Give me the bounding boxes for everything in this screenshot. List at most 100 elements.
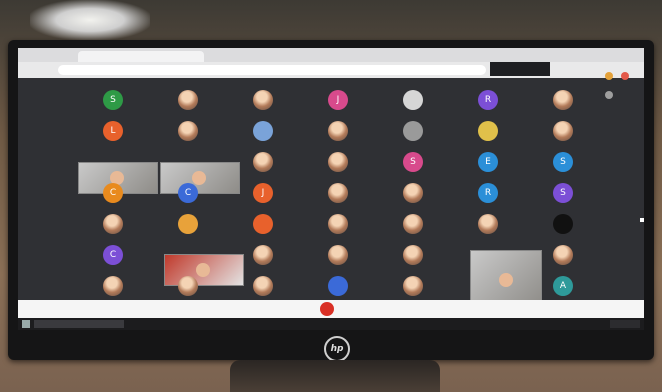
- participant-tile[interactable]: S: [378, 146, 448, 178]
- participant-tile[interactable]: [228, 239, 298, 271]
- participant-tile[interactable]: [153, 84, 223, 116]
- hp-logo: hp: [324, 336, 350, 362]
- participant-avatar: E: [478, 152, 498, 172]
- participant-avatar: [553, 90, 573, 110]
- participant-tile[interactable]: [528, 239, 598, 271]
- participant-avatar: [328, 245, 348, 265]
- participant-face: [499, 273, 513, 288]
- participant-tile[interactable]: R: [453, 84, 523, 116]
- monitor: SJRLSESCCJRSCA hp: [8, 40, 654, 362]
- participant-tile[interactable]: E: [453, 146, 523, 178]
- participant-grid: SJRLSESCCJRSCA: [78, 84, 608, 314]
- meeting-badge: [490, 62, 550, 76]
- participant-avatar: R: [478, 90, 498, 110]
- participant-avatar: A: [553, 276, 573, 296]
- participant-avatar: [178, 276, 198, 296]
- participant-tile[interactable]: R: [453, 177, 523, 209]
- participant-tile[interactable]: S: [78, 84, 148, 116]
- participant-avatar: [478, 214, 498, 234]
- participant-tile[interactable]: [378, 84, 448, 116]
- participant-avatar: [403, 276, 423, 296]
- taskbar-app-icons[interactable]: [138, 321, 288, 327]
- participant-tile[interactable]: [528, 115, 598, 147]
- participant-avatar: S: [553, 183, 573, 203]
- participant-avatar: J: [328, 90, 348, 110]
- participant-tile[interactable]: S: [528, 177, 598, 209]
- participant-tile[interactable]: J: [303, 84, 373, 116]
- participant-tile[interactable]: [378, 115, 448, 147]
- participant-tile[interactable]: [78, 208, 148, 240]
- participant-avatar: L: [103, 121, 123, 141]
- participant-avatar: [328, 276, 348, 296]
- tab-bar: [18, 48, 644, 62]
- participant-avatar: [478, 121, 498, 141]
- participant-tile[interactable]: S: [528, 146, 598, 178]
- participant-tile[interactable]: L: [78, 115, 148, 147]
- participant-tile[interactable]: [303, 270, 373, 302]
- participant-tile[interactable]: [153, 270, 223, 302]
- participant-avatar: [328, 183, 348, 203]
- participant-tile[interactable]: [153, 115, 223, 147]
- participant-tile[interactable]: [378, 239, 448, 271]
- participant-avatar: [403, 121, 423, 141]
- participant-tile[interactable]: [453, 115, 523, 147]
- participant-avatar: [253, 90, 273, 110]
- participant-tile[interactable]: [453, 208, 523, 240]
- participant-avatar: [328, 214, 348, 234]
- status-dot-icon: [605, 72, 613, 80]
- participant-avatar: [553, 121, 573, 141]
- participant-tile[interactable]: [228, 208, 298, 240]
- participant-tile[interactable]: [303, 115, 373, 147]
- participant-avatar: [253, 152, 273, 172]
- participant-tile[interactable]: [528, 208, 598, 240]
- participant-tile[interactable]: [228, 270, 298, 302]
- participant-avatar: J: [253, 183, 273, 203]
- participant-avatar: [103, 276, 123, 296]
- participant-avatar: [253, 245, 273, 265]
- participant-tile[interactable]: C: [78, 239, 148, 271]
- windows-start-icon[interactable]: [22, 320, 30, 328]
- participant-tile[interactable]: [303, 146, 373, 178]
- ceiling-lamp: [30, 0, 150, 40]
- browser-chrome: [18, 48, 644, 99]
- taskbar-search-box[interactable]: [34, 320, 124, 328]
- participant-tile[interactable]: [528, 84, 598, 116]
- participant-tile[interactable]: [228, 146, 298, 178]
- participant-tile[interactable]: C: [153, 177, 223, 209]
- browser-tab[interactable]: [78, 51, 204, 62]
- participant-avatar: [553, 214, 573, 234]
- participant-tile[interactable]: A: [528, 270, 598, 302]
- participant-avatar: [403, 245, 423, 265]
- monitor-stand: [230, 360, 440, 392]
- participant-avatar: R: [478, 183, 498, 203]
- address-bar[interactable]: [58, 65, 486, 75]
- meeting-controls-bar: [18, 300, 644, 318]
- participant-tile[interactable]: [78, 270, 148, 302]
- participant-avatar: S: [403, 152, 423, 172]
- participant-avatar: [178, 214, 198, 234]
- participant-avatar: S: [553, 152, 573, 172]
- participant-avatar: [103, 214, 123, 234]
- participant-tile[interactable]: [228, 84, 298, 116]
- participant-tile[interactable]: J: [228, 177, 298, 209]
- participant-tile[interactable]: [378, 270, 448, 302]
- participant-tile[interactable]: [378, 208, 448, 240]
- participant-avatar: [178, 90, 198, 110]
- end-call-button[interactable]: [320, 302, 334, 316]
- participant-avatar: [253, 276, 273, 296]
- participant-avatar: [553, 245, 573, 265]
- participant-avatar: [328, 152, 348, 172]
- participant-avatar: C: [103, 183, 123, 203]
- participant-avatar: [403, 90, 423, 110]
- participant-avatar: [253, 121, 273, 141]
- window-controls[interactable]: [602, 65, 638, 99]
- status-dot-icon: [621, 72, 630, 80]
- monitor-screen: SJRLSESCCJRSCA: [18, 48, 644, 330]
- participant-tile[interactable]: [228, 115, 298, 147]
- participant-tile[interactable]: [303, 208, 373, 240]
- participant-tile[interactable]: [378, 177, 448, 209]
- participant-tile[interactable]: [153, 208, 223, 240]
- participant-tile[interactable]: [303, 177, 373, 209]
- participant-tile[interactable]: C: [78, 177, 148, 209]
- participant-tile[interactable]: [303, 239, 373, 271]
